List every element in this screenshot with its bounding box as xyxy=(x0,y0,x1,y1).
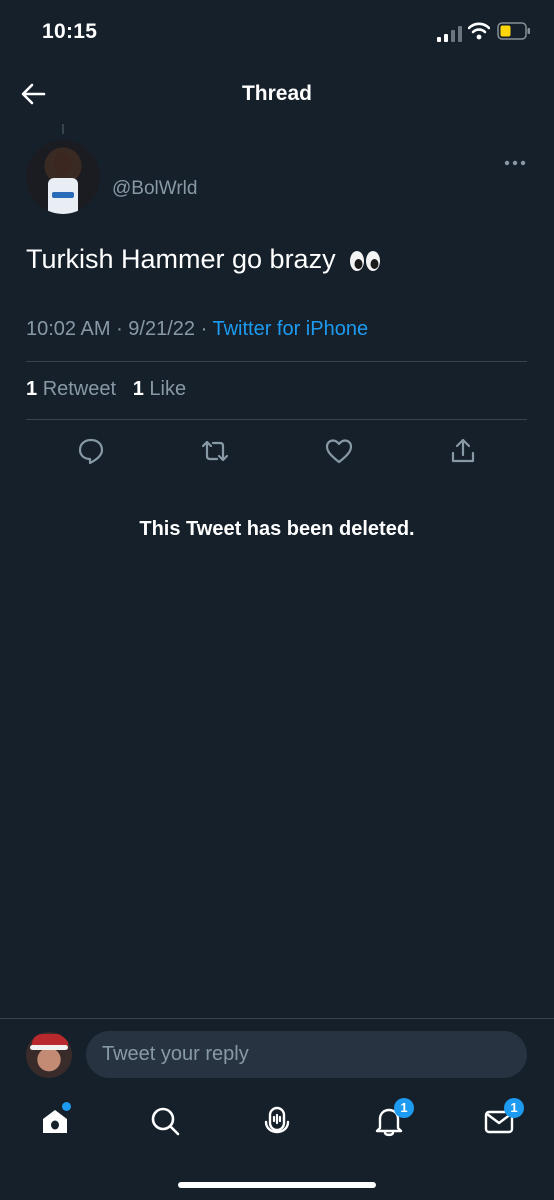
like-label: Like xyxy=(149,378,187,400)
tweet-stats: 1 Retweet 1 Like xyxy=(26,378,186,401)
messages-badge: 1 xyxy=(504,1098,524,1118)
retweet-count: 1 xyxy=(26,378,38,400)
search-icon[interactable] xyxy=(148,1104,182,1138)
divider xyxy=(0,1018,554,1019)
home-unread-dot xyxy=(62,1102,71,1111)
spaces-icon[interactable] xyxy=(260,1104,294,1138)
status-time: 10:15 xyxy=(42,20,98,43)
home-icon[interactable] xyxy=(38,1102,72,1138)
avatar-head xyxy=(54,152,72,176)
reply-icon[interactable] xyxy=(76,436,106,466)
cellular-signal-icon xyxy=(437,26,463,42)
avatar[interactable] xyxy=(26,140,100,214)
likes-stat[interactable]: 1 Like xyxy=(133,378,186,400)
battery-icon xyxy=(497,22,531,40)
notifications-badge: 1 xyxy=(394,1098,414,1118)
tweet-text-content: Turkish Hammer go brazy xyxy=(26,244,336,274)
avatar-jersey-logo xyxy=(52,192,74,198)
divider xyxy=(26,419,527,420)
thread-connector-line xyxy=(62,124,64,134)
eyes-emoji-icon xyxy=(349,249,381,273)
wifi-icon xyxy=(468,22,490,40)
meta-separator: · xyxy=(116,318,129,340)
home-indicator xyxy=(178,1182,376,1188)
page-title: Thread xyxy=(241,82,312,105)
share-icon[interactable] xyxy=(448,436,478,466)
reply-avatar xyxy=(26,1032,72,1078)
like-count: 1 xyxy=(132,378,144,400)
tweet-time: 10:02 AM xyxy=(26,318,111,340)
tweet-metadata: 10:02 AM · 9/21/22 · Twitter for iPhone xyxy=(26,318,368,341)
tweet-source-link[interactable]: Twitter for iPhone xyxy=(212,318,368,340)
tweet-date: 9/21/22 xyxy=(128,318,196,340)
tweet-text: Turkish Hammer go brazy xyxy=(26,244,381,275)
like-icon[interactable] xyxy=(324,436,354,466)
more-options-icon[interactable] xyxy=(504,160,526,166)
retweets-stat[interactable]: 1 Retweet xyxy=(26,378,116,400)
reply-input[interactable] xyxy=(86,1031,527,1078)
user-handle[interactable]: @BolWrld xyxy=(112,178,197,200)
santa-hat-band xyxy=(30,1045,68,1050)
messages-icon[interactable]: 1 xyxy=(482,1098,524,1138)
deleted-tweet-notice: This Tweet has been deleted. xyxy=(139,518,415,540)
meta-separator: · xyxy=(200,318,213,340)
retweet-label: Retweet xyxy=(42,378,117,400)
notifications-icon[interactable]: 1 xyxy=(372,1098,414,1138)
retweet-icon[interactable] xyxy=(200,436,230,466)
divider xyxy=(26,361,527,362)
